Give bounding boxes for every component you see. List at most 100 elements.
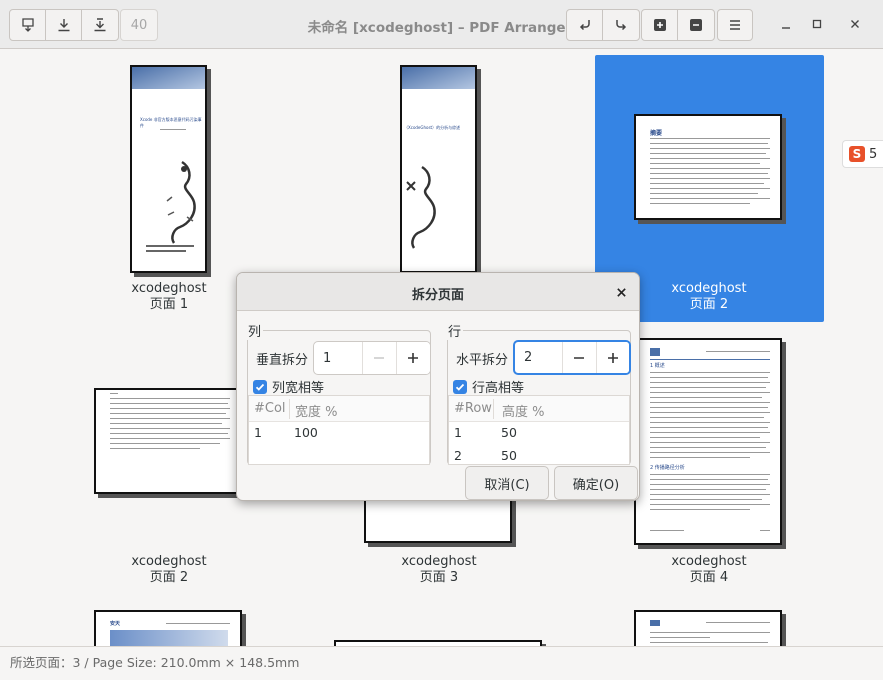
row-table: #Row 高度 % 1 50 2 50	[448, 395, 630, 465]
rotate-left-icon	[579, 20, 590, 31]
page-name: xcodeghost	[131, 554, 207, 569]
minus-icon	[374, 357, 385, 359]
vertical-split-spinner[interactable]: 1	[313, 341, 431, 375]
close-icon	[851, 20, 859, 28]
vertical-split-label: 垂直拆分	[256, 353, 309, 368]
row-table-header: #Row 高度 %	[449, 396, 629, 422]
import-button[interactable]	[10, 10, 46, 40]
minimize-button[interactable]	[775, 13, 797, 35]
dialog-header: 拆分页面	[237, 273, 639, 311]
row-height-header[interactable]: 高度 %	[502, 401, 545, 420]
seahorse-illustration	[166, 160, 196, 244]
save-as-button[interactable]	[82, 10, 118, 40]
dialog-close-button[interactable]	[612, 283, 630, 301]
main-menu-button[interactable]	[717, 9, 753, 41]
vertical-split-value[interactable]: 1	[314, 342, 362, 374]
row-height-cell[interactable]: 50	[501, 448, 517, 463]
horizontal-split-increment[interactable]	[595, 342, 629, 373]
rows-frame-label: 行	[446, 321, 464, 340]
sogou-icon: S	[849, 146, 865, 162]
columns-frame-label: 列	[246, 321, 264, 340]
row-num-cell: 1	[454, 425, 462, 440]
vertical-split-increment[interactable]	[395, 342, 430, 374]
thumb-title: Xcode 非官方版本恶意代码污染事件	[140, 117, 202, 128]
col-width-header[interactable]: 宽度 %	[295, 401, 338, 420]
horizontal-split-label: 水平拆分	[456, 353, 509, 368]
dialog-title: 拆分页面	[411, 288, 464, 303]
minus-icon	[574, 356, 585, 359]
col-width-cell[interactable]: 100	[294, 425, 318, 440]
rotate-left-button[interactable]	[567, 10, 603, 40]
page-image: 1 概述 2 传播路径分析	[634, 338, 782, 545]
seahorse-illustration	[406, 165, 436, 249]
thumb-subtitle: （XcodeGhost）的分析与综述	[404, 125, 461, 130]
page-image	[94, 388, 242, 494]
page-label: 页面 4	[689, 570, 729, 585]
equal-col-width-checkbox[interactable]: 列宽相等	[253, 377, 324, 396]
plus-icon	[408, 353, 419, 363]
checkbox-checked-icon	[453, 379, 467, 394]
row-num-cell: 2	[454, 448, 462, 463]
minus-square-icon	[690, 19, 702, 31]
rotate-group	[566, 9, 640, 41]
split-pages-dialog: 拆分页面 垂直拆分 1 列宽相等 #Col 宽度 % 1 100 列 水平拆分 …	[236, 272, 640, 501]
page-label: 页面 2	[149, 570, 189, 585]
cancel-button[interactable]: 取消(C)	[465, 466, 549, 500]
zoom-entry[interactable]: 40	[120, 9, 158, 41]
page-name: xcodeghost	[671, 554, 747, 569]
app-window: 40 未命名 [xcodeghost] – PDF Arranger Xcode…	[0, 0, 883, 680]
horizontal-split-decrement[interactable]	[562, 342, 596, 373]
row-height-cell[interactable]: 50	[501, 425, 517, 440]
thumb-heading: 1 概述	[650, 363, 665, 369]
page-image: Xcode 非官方版本恶意代码污染事件	[130, 65, 207, 273]
save-button[interactable]	[46, 10, 82, 40]
page-name: xcodeghost	[131, 281, 207, 296]
download-icon	[58, 19, 69, 32]
maximize-button[interactable]	[806, 13, 828, 35]
equal-col-width-label: 列宽相等	[272, 381, 325, 396]
page-name: xcodeghost	[671, 281, 747, 296]
save-as-icon	[94, 18, 106, 32]
rotate-right-icon	[616, 20, 627, 31]
page-image: 摘要	[634, 114, 782, 220]
indicator-text: 5	[869, 146, 878, 162]
page-image	[634, 610, 782, 646]
close-window-button[interactable]	[844, 13, 866, 35]
checkbox-checked-icon	[253, 379, 267, 394]
col-num-cell: 1	[254, 425, 262, 440]
vertical-split-decrement[interactable]	[361, 342, 396, 374]
equal-row-height-label: 行高相等	[472, 381, 525, 396]
col-num-header[interactable]: #Col	[254, 401, 286, 416]
rows-frame: 水平拆分 2 行高相等 #Row 高度 % 1 50 2 50	[447, 330, 631, 465]
zoom-out-button[interactable]	[678, 10, 714, 40]
column-table-header: #Col 宽度 %	[249, 396, 429, 422]
zoom-in-button[interactable]	[642, 10, 678, 40]
import-icon	[21, 18, 34, 32]
ok-button[interactable]: 确定(O)	[554, 466, 638, 500]
page-label: 页面 1	[149, 297, 189, 312]
minimize-icon	[782, 27, 790, 29]
page-label: 页面 2	[689, 297, 729, 312]
horizontal-split-spinner[interactable]: 2	[513, 340, 631, 375]
thumb-heading: 2 传播路径分析	[650, 465, 685, 471]
hamburger-icon	[730, 20, 740, 30]
page-name: xcodeghost	[401, 554, 477, 569]
horizontal-split-value[interactable]: 2	[515, 342, 562, 373]
equal-row-height-checkbox[interactable]: 行高相等	[453, 377, 524, 396]
thumb-brand: 安天	[110, 621, 121, 627]
close-icon	[616, 287, 626, 297]
maximize-icon	[812, 19, 822, 29]
zoom-group	[641, 9, 715, 41]
page-image: 安天	[94, 610, 242, 646]
input-method-indicator[interactable]: S 5	[842, 140, 883, 168]
page-image: （XcodeGhost）的分析与综述	[400, 65, 477, 273]
row-num-header[interactable]: #Row	[454, 401, 492, 416]
page-label: 页面 3	[419, 570, 459, 585]
window-title: 未命名 [xcodeghost] – PDF Arranger	[307, 20, 573, 36]
rotate-right-button[interactable]	[603, 10, 639, 40]
columns-frame: 垂直拆分 1 列宽相等 #Col 宽度 % 1 100	[247, 330, 431, 465]
plus-icon	[607, 352, 618, 363]
column-table: #Col 宽度 % 1 100	[248, 395, 430, 465]
status-bar: 所选页面：3 / Page Size: 210.0mm × 148.5mm	[0, 646, 883, 680]
file-actions-group	[9, 9, 119, 41]
